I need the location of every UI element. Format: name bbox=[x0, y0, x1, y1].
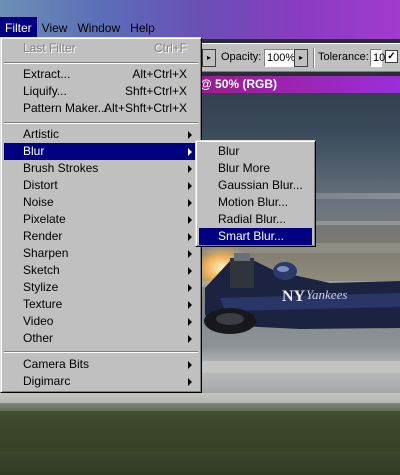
document-title: @ 50% (RGB) bbox=[200, 77, 278, 91]
submenu-arrow-icon bbox=[188, 148, 192, 156]
menu-window[interactable]: Window bbox=[72, 17, 125, 39]
document-title-bar: @ 50% (RGB) bbox=[200, 76, 400, 93]
menu-item-other[interactable]: Other bbox=[4, 330, 198, 347]
tool-options-bar: ▸ Opacity: 100% ▸ Tolerance: 100 ✓ bbox=[200, 43, 400, 72]
menu-help[interactable]: Help bbox=[125, 17, 160, 39]
anti-alias-checkbox[interactable]: ✓ bbox=[385, 50, 398, 63]
menu-separator bbox=[4, 122, 198, 124]
menu-item-artistic[interactable]: Artistic bbox=[4, 126, 198, 143]
options-separator bbox=[313, 48, 315, 68]
menu-item-stylize[interactable]: Stylize bbox=[4, 279, 198, 296]
opacity-label: Opacity: bbox=[221, 51, 262, 63]
submenu-item-motion-blur[interactable]: Motion Blur... bbox=[199, 194, 312, 211]
checkmark-icon: ✓ bbox=[387, 51, 396, 62]
menu-item-pattern-maker[interactable]: Pattern Maker... Alt+Shft+Ctrl+X bbox=[4, 100, 198, 117]
menu-item-distort[interactable]: Distort bbox=[4, 177, 198, 194]
menu-bar: Filter View Window Help bbox=[0, 0, 400, 39]
submenu-arrow-icon bbox=[188, 267, 192, 275]
filter-menu: Last Filter Ctrl+F Extract... Alt+Ctrl+X… bbox=[0, 37, 202, 393]
submenu-arrow-icon bbox=[188, 284, 192, 292]
submenu-arrow-icon bbox=[188, 216, 192, 224]
ny-logo: NY bbox=[282, 288, 306, 305]
menu-bar-items: Filter View Window Help bbox=[0, 17, 160, 39]
submenu-arrow-icon bbox=[188, 378, 192, 386]
menu-item-camera-bits[interactable]: Camera Bits bbox=[4, 356, 198, 373]
submenu-arrow-icon bbox=[188, 165, 192, 173]
submenu-item-smart-blur[interactable]: Smart Blur... bbox=[199, 228, 312, 245]
submenu-item-blur-more[interactable]: Blur More bbox=[199, 160, 312, 177]
blur-submenu: Blur Blur More Gaussian Blur... Motion B… bbox=[195, 140, 316, 247]
menu-item-brush-strokes[interactable]: Brush Strokes bbox=[4, 160, 198, 177]
submenu-arrow-icon bbox=[188, 131, 192, 139]
mode-dropdown-arrow-icon[interactable]: ▸ bbox=[202, 49, 216, 67]
submenu-arrow-icon bbox=[188, 335, 192, 343]
menu-separator bbox=[4, 62, 198, 64]
menu-item-sketch[interactable]: Sketch bbox=[4, 262, 198, 279]
submenu-item-radial-blur[interactable]: Radial Blur... bbox=[199, 211, 312, 228]
submenu-arrow-icon bbox=[188, 250, 192, 258]
menu-item-extract[interactable]: Extract... Alt+Ctrl+X bbox=[4, 66, 198, 83]
submenu-arrow-icon bbox=[188, 199, 192, 207]
submenu-arrow-icon bbox=[188, 233, 192, 241]
menu-item-pixelate[interactable]: Pixelate bbox=[4, 211, 198, 228]
submenu-arrow-icon bbox=[188, 361, 192, 369]
opacity-slider-arrow-icon[interactable]: ▸ bbox=[294, 49, 308, 67]
menu-view[interactable]: View bbox=[37, 17, 73, 39]
submenu-arrow-icon bbox=[188, 182, 192, 190]
menu-filter[interactable]: Filter bbox=[0, 17, 37, 39]
menu-item-texture[interactable]: Texture bbox=[4, 296, 198, 313]
menu-separator bbox=[4, 351, 198, 353]
yankees-wordmark: Yankees bbox=[306, 287, 347, 302]
menu-item-sharpen[interactable]: Sharpen bbox=[4, 245, 198, 262]
submenu-arrow-icon bbox=[188, 301, 192, 309]
submenu-arrow-icon bbox=[188, 318, 192, 326]
submenu-item-blur[interactable]: Blur bbox=[199, 143, 312, 160]
tolerance-label: Tolerance: bbox=[318, 51, 369, 63]
menu-item-render[interactable]: Render bbox=[4, 228, 198, 245]
tolerance-input[interactable]: 100 bbox=[370, 49, 391, 67]
menu-item-digimarc[interactable]: Digimarc bbox=[4, 373, 198, 390]
menu-item-liquify[interactable]: Liquify... Shft+Ctrl+X bbox=[4, 83, 198, 100]
menu-item-last-filter: Last Filter Ctrl+F bbox=[23, 41, 187, 55]
opacity-input[interactable]: 100% bbox=[264, 49, 295, 67]
submenu-item-gaussian-blur[interactable]: Gaussian Blur... bbox=[199, 177, 312, 194]
menu-item-video[interactable]: Video bbox=[4, 313, 198, 330]
menu-item-blur[interactable]: Blur bbox=[4, 143, 198, 160]
menu-item-noise[interactable]: Noise bbox=[4, 194, 198, 211]
